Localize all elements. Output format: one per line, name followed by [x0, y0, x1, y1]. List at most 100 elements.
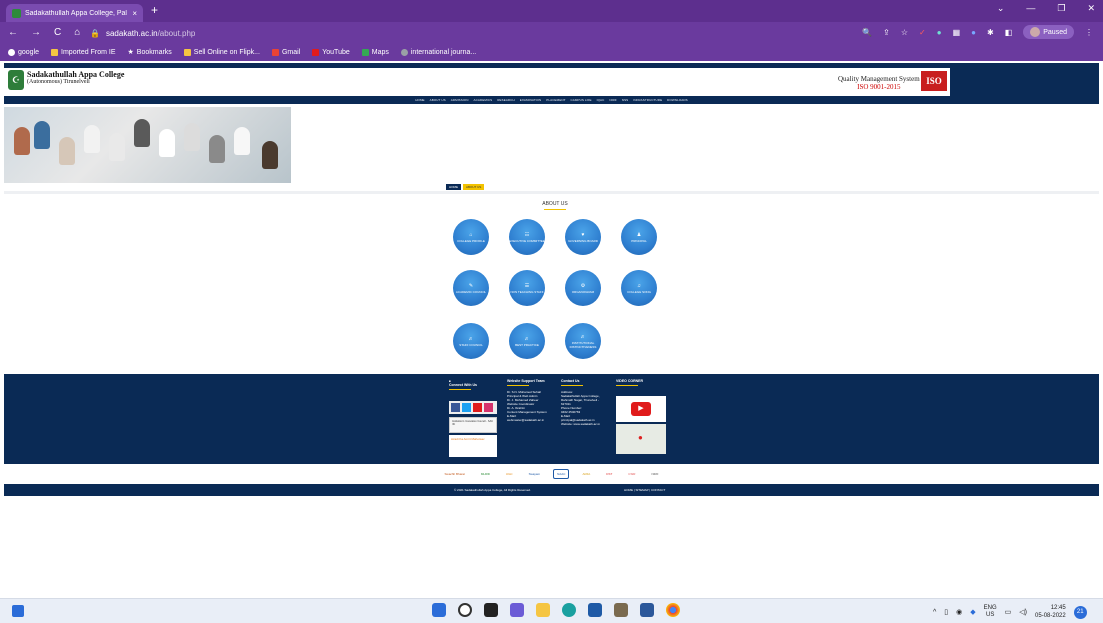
circle-executive-committee[interactable]: ☷ EXECUTIVE COMMITTEE: [509, 219, 545, 255]
file-explorer-icon[interactable]: [536, 603, 550, 617]
azadi-badge[interactable]: Azadi Ka Amrit Mahotsav: [449, 435, 497, 457]
bookmark-imported-from-ie[interactable]: Imported From IE: [51, 48, 116, 56]
chat-icon[interactable]: [510, 603, 524, 617]
menu-item-academics[interactable]: ACADEMICS: [474, 98, 493, 102]
play-icon[interactable]: ▶: [631, 402, 651, 416]
battery-icon[interactable]: ▯: [944, 608, 948, 616]
breadcrumb-home[interactable]: HOME: [446, 184, 461, 190]
minimize-button[interactable]: —: [1026, 3, 1035, 14]
store-icon[interactable]: [588, 603, 602, 617]
partner-logo[interactable]: NIRF: [648, 470, 661, 478]
bookmark-youtube[interactable]: YouTube: [312, 48, 350, 56]
iic-badge[interactable]: Institution's Innovation Council - SAC I…: [449, 417, 497, 433]
tab-close-icon[interactable]: ×: [132, 9, 137, 18]
task-view-icon[interactable]: [484, 603, 498, 617]
taskbar-apps: [432, 603, 680, 617]
bookmark-maps[interactable]: Maps: [361, 48, 389, 56]
extension-grid-icon[interactable]: ▦: [953, 28, 961, 37]
forward-icon[interactable]: →: [31, 27, 41, 38]
security-icon[interactable]: ◆: [970, 608, 975, 616]
partner-logo[interactable]: DST: [603, 470, 615, 478]
youtube-icon[interactable]: [473, 403, 482, 412]
circle-governing-board[interactable]: ♥ GOVERNING BOARD: [565, 219, 601, 255]
partner-logo[interactable]: NAAC: [553, 469, 570, 479]
widgets-icon[interactable]: [12, 605, 24, 617]
menu-item-admission[interactable]: ADMISSION: [451, 98, 469, 102]
reload-icon[interactable]: C: [54, 27, 61, 38]
menu-item-infrastructure[interactable]: INFRASTRUCTURE: [633, 98, 662, 102]
partner-logo[interactable]: CSIR: [625, 470, 638, 478]
close-window-button[interactable]: ✕: [1087, 3, 1095, 14]
edge-icon[interactable]: [562, 603, 576, 617]
app-icon[interactable]: [614, 603, 628, 617]
word-icon[interactable]: [640, 603, 654, 617]
circle-academic-council[interactable]: ✎ ACADEMIC COUNCIL: [453, 270, 489, 306]
extension-teal-icon[interactable]: ●: [937, 28, 942, 37]
menu-item-placement[interactable]: PLACEMENT: [546, 98, 565, 102]
list-icon: ☰: [524, 282, 530, 289]
menu-item-nss[interactable]: NSS: [622, 98, 628, 102]
video-player[interactable]: ▶: [616, 396, 666, 422]
share-icon[interactable]: ⇪: [883, 28, 890, 37]
language-indicator[interactable]: ENG US: [984, 605, 997, 619]
clock[interactable]: 12:45 05-08-2022: [1035, 604, 1066, 620]
menu-item-research[interactable]: RESEARCH: [497, 98, 514, 102]
menu-item-campus-life[interactable]: CAMPUS LIFE: [571, 98, 592, 102]
bookmark-flipkart[interactable]: Sell Online on Flipk...: [183, 48, 260, 56]
facebook-icon[interactable]: [451, 403, 460, 412]
circle-staff-council[interactable]: ♬ STAFF COUNCIL: [453, 323, 489, 359]
home-icon[interactable]: ⌂: [74, 27, 80, 38]
college-name[interactable]: Sadakathullah Appa College (Autonomous) …: [27, 70, 124, 85]
network-icon[interactable]: ◉: [956, 608, 962, 616]
back-icon[interactable]: ←: [8, 27, 18, 38]
menu-item-about[interactable]: ABOUT US: [430, 98, 446, 102]
college-logo-icon[interactable]: ☪: [8, 70, 24, 90]
circle-college-profile[interactable]: ⌂ COLLEGE PROFILE: [453, 219, 489, 255]
circle-institutional-distinctiveness[interactable]: ♬ INSTITUTIONAL DISTINCTIVENESS: [565, 323, 601, 359]
chrome-icon[interactable]: [666, 603, 680, 617]
extensions-puzzle-icon[interactable]: ✱: [987, 28, 994, 37]
circle-principal[interactable]: ♟ PRINCIPAL: [621, 219, 657, 255]
partner-logo[interactable]: ARIIA: [579, 470, 593, 478]
menu-item-iqac[interactable]: IQAC: [597, 98, 605, 102]
new-tab-button[interactable]: +: [151, 3, 158, 17]
circle-college-song[interactable]: ♫ COLLEGE SONG: [621, 270, 657, 306]
partner-logo[interactable]: MHRD: [478, 470, 493, 478]
start-icon[interactable]: [432, 603, 446, 617]
tab-search-icon[interactable]: ⌄: [997, 3, 1005, 14]
notification-badge[interactable]: 21: [1073, 605, 1087, 619]
extension-red-icon[interactable]: ✓: [919, 28, 926, 37]
circle-non-teaching-staff[interactable]: ☰ NON TEACHING STAFF: [509, 270, 545, 306]
zoom-icon[interactable]: 🔍: [862, 28, 872, 37]
bookmark-star-icon[interactable]: ☆: [901, 28, 908, 37]
menu-item-downloads[interactable]: DOWNLOADS: [667, 98, 688, 102]
extension-blue-icon[interactable]: ●: [971, 28, 976, 37]
circle-organogram[interactable]: ⚙ ORGANOGRAM: [565, 270, 601, 306]
avatar: [1030, 27, 1041, 37]
address-bar[interactable]: 🔒 sadakath.ac.in/about.php: [90, 26, 860, 40]
bookmark-google[interactable]: google: [8, 48, 39, 56]
bookmark-gmail[interactable]: Gmail: [271, 48, 300, 56]
bookmark-bookmarks[interactable]: ★ Bookmarks: [128, 48, 172, 57]
browser-tab[interactable]: Sadakathullah Appa College, Pal ×: [6, 4, 143, 22]
partner-logo[interactable]: Swayam: [526, 470, 544, 478]
side-panel-icon[interactable]: ◧: [1005, 28, 1013, 37]
circle-best-practice[interactable]: ♬ BEST PRACTICE: [509, 323, 545, 359]
twitter-icon[interactable]: [462, 403, 471, 412]
menu-item-home[interactable]: HOME: [415, 98, 424, 102]
maximize-button[interactable]: ❐: [1057, 3, 1065, 14]
partner-logo[interactable]: UGC: [503, 470, 516, 478]
location-map[interactable]: ●: [616, 424, 666, 454]
menu-kebab-icon[interactable]: ⋮: [1085, 28, 1093, 37]
footer-links[interactable]: HOME | SITEMAP | CONTACT: [624, 488, 665, 492]
menu-item-nirf[interactable]: NIRF: [609, 98, 616, 102]
display-icon[interactable]: ▭: [1005, 608, 1012, 616]
search-icon[interactable]: [458, 603, 472, 617]
menu-item-examination[interactable]: EXAMINATION: [520, 98, 542, 102]
chevron-up-icon[interactable]: ^: [933, 609, 936, 616]
instagram-icon[interactable]: [484, 403, 493, 412]
profile-button[interactable]: Paused: [1023, 25, 1074, 39]
bookmark-international-journal[interactable]: international journa...: [400, 48, 476, 56]
volume-icon[interactable]: ◁): [1019, 608, 1027, 616]
partner-logo[interactable]: Swachh Bharat: [442, 470, 468, 478]
